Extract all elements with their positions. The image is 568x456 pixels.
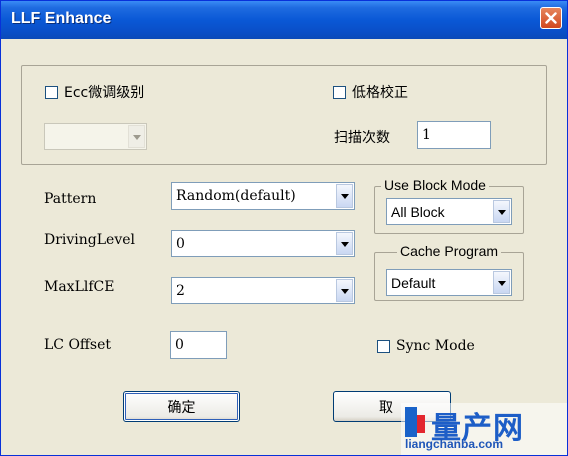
- driving-level-combo[interactable]: 0: [171, 230, 355, 257]
- sync-mode-checkbox[interactable]: [377, 339, 390, 353]
- chevron-down-icon[interactable]: [336, 232, 353, 255]
- driving-level-value: 0: [176, 235, 185, 252]
- pattern-label: Pattern: [44, 191, 97, 207]
- ecc-label: Ecc微调级别: [64, 85, 145, 101]
- pattern-combo[interactable]: Random(default): [171, 182, 355, 210]
- watermark-logo: 量产网 liangchanba.com: [401, 403, 567, 455]
- window-title: LLF Enhance: [11, 10, 112, 27]
- lc-offset-value: 0: [175, 337, 184, 353]
- close-icon: [545, 12, 557, 24]
- driving-level-label: DrivingLevel: [44, 232, 136, 248]
- use-block-mode-legend: Use Block Mode: [381, 177, 489, 193]
- use-block-mode-value: All Block: [391, 203, 445, 220]
- cache-program-combo[interactable]: Default: [386, 269, 512, 296]
- sync-mode-checkbox-row[interactable]: Sync Mode: [377, 338, 475, 354]
- low-format-label: 低格校正: [352, 85, 408, 101]
- scan-count-input[interactable]: 1: [417, 121, 491, 149]
- pattern-value: Random(default): [176, 188, 296, 204]
- close-button[interactable]: [540, 7, 562, 29]
- cache-program-group: Cache Program Default: [374, 243, 524, 301]
- use-block-mode-combo[interactable]: All Block: [386, 198, 512, 225]
- ecc-checkbox-row[interactable]: Ecc微调级别: [45, 82, 144, 102]
- dialog-body: Ecc微调级别 低格校正 扫描次数 1 Pattern Random(defau…: [4, 39, 564, 453]
- lc-offset-label: LC Offset: [44, 337, 111, 353]
- cache-program-legend: Cache Program: [397, 243, 502, 259]
- chevron-down-icon[interactable]: [493, 271, 510, 294]
- low-format-checkbox[interactable]: [333, 85, 346, 99]
- cancel-button-label: 取: [379, 399, 393, 416]
- title-bar[interactable]: LLF Enhance: [1, 1, 567, 39]
- cache-program-value: Default: [391, 274, 436, 291]
- ok-button[interactable]: 确定: [123, 391, 240, 422]
- scan-count-label: 扫描次数: [334, 130, 390, 146]
- dialog-window: LLF Enhance Ecc微调级别 低格校正 扫描次数 1 Pattern: [0, 0, 568, 456]
- use-block-mode-group: Use Block Mode All Block: [374, 177, 524, 234]
- maxllf-value: 2: [176, 282, 185, 299]
- ecc-level-combo: [44, 123, 147, 150]
- scan-count-value: 1: [422, 127, 431, 143]
- ecc-checkbox[interactable]: [45, 85, 58, 99]
- chevron-down-icon[interactable]: [493, 200, 510, 223]
- maxllf-label: MaxLlfCE: [44, 279, 115, 295]
- options-group: [21, 65, 547, 165]
- chevron-down-icon: [128, 125, 145, 148]
- watermark-url: liangchanba.com: [405, 437, 504, 451]
- sync-mode-label: Sync Mode: [396, 338, 475, 354]
- chevron-down-icon[interactable]: [336, 279, 353, 302]
- maxllf-combo[interactable]: 2: [171, 277, 355, 304]
- low-format-checkbox-row[interactable]: 低格校正: [333, 82, 408, 102]
- lc-offset-input[interactable]: 0: [170, 331, 227, 359]
- chevron-down-icon[interactable]: [336, 184, 353, 208]
